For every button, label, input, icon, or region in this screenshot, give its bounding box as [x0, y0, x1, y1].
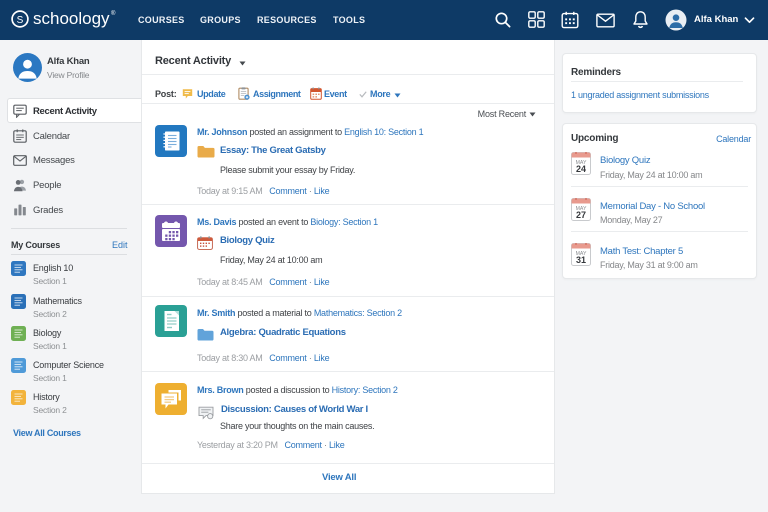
svg-text:24: 24 [576, 164, 586, 174]
svg-text:S: S [17, 15, 24, 26]
svg-text:27: 27 [576, 210, 586, 220]
svg-text:31: 31 [576, 255, 586, 265]
